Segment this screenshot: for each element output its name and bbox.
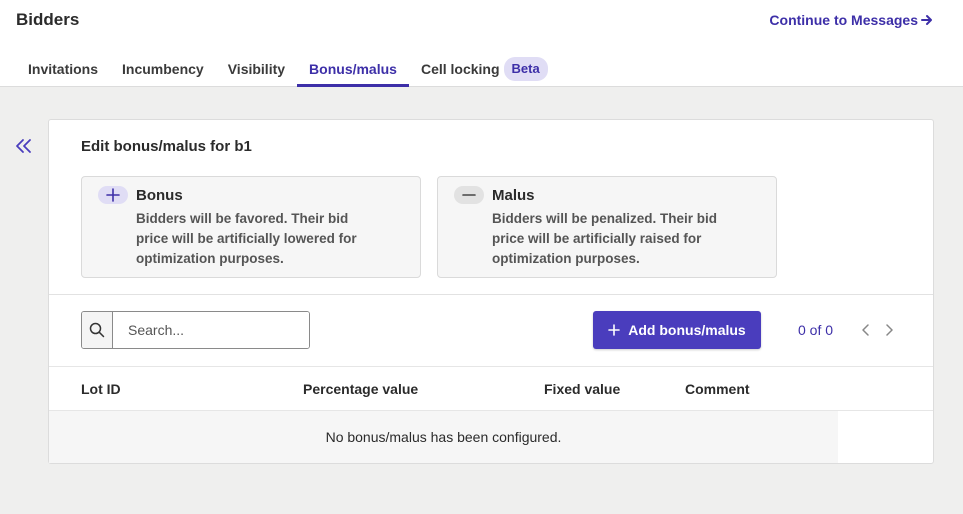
add-button-label: Add bonus/malus	[628, 322, 746, 338]
column-header-percentage-value[interactable]: Percentage value	[303, 381, 418, 397]
divider	[49, 294, 933, 295]
beta-badge: Beta	[503, 57, 548, 81]
bonus-title: Bonus	[136, 187, 183, 204]
tab-label: Bonus/malus	[309, 61, 397, 77]
malus-description: Bidders will be penalized. Their bid pri…	[492, 211, 718, 266]
chevron-right-icon[interactable]	[883, 322, 895, 338]
plus-icon	[608, 324, 621, 336]
column-header-fixed-value[interactable]: Fixed value	[544, 381, 620, 397]
bonus-description: Bidders will be favored. Their bid price…	[136, 211, 357, 266]
tab-label: Incumbency	[122, 61, 204, 77]
arrow-right-icon	[921, 15, 932, 25]
column-header-comment[interactable]: Comment	[685, 381, 750, 397]
bonus-malus-panel: Edit bonus/malus for b1 Bonus Bidders wi…	[48, 119, 934, 464]
continue-link-label: Continue to Messages	[769, 12, 918, 28]
search-box	[81, 311, 310, 349]
empty-table-message: No bonus/malus has been configured.	[49, 411, 838, 463]
tab-label: Cell locking	[420, 61, 500, 77]
bonus-card[interactable]: Bonus Bidders will be favored. Their bid…	[81, 176, 421, 278]
tab-label: Invitations	[28, 61, 99, 77]
malus-card[interactable]: Malus Bidders will be penalized. Their b…	[437, 176, 777, 278]
continue-to-messages-link[interactable]: Continue to Messages	[769, 12, 933, 28]
minus-icon	[454, 186, 484, 204]
tab-bonus-malus[interactable]: Bonus/malus	[297, 53, 409, 87]
add-bonus-malus-button[interactable]: Add bonus/malus	[593, 311, 761, 349]
top-bar: Bidders Continue to Messages Invitations…	[0, 0, 963, 87]
tab-bar: Invitations Incumbency Visibility Bonus/…	[16, 53, 560, 87]
double-chevron-left-icon	[16, 139, 31, 153]
search-input[interactable]	[113, 312, 309, 348]
column-header-lot-id[interactable]: Lot ID	[81, 381, 121, 397]
search-icon[interactable]	[82, 312, 113, 348]
tab-cell-locking[interactable]: Cell locking Beta	[409, 53, 560, 87]
table-top-border	[49, 366, 933, 367]
page-title: Bidders	[16, 10, 80, 29]
collapse-sidebar-button[interactable]	[14, 137, 34, 155]
tab-label: Visibility	[227, 61, 286, 77]
plus-icon	[98, 186, 128, 204]
tab-visibility[interactable]: Visibility	[216, 53, 297, 87]
pager-count: 0 of 0	[798, 322, 834, 338]
tab-invitations[interactable]: Invitations	[16, 53, 110, 87]
panel-title: Edit bonus/malus for b1	[81, 138, 252, 155]
tab-incumbency[interactable]: Incumbency	[110, 53, 216, 87]
malus-title: Malus	[492, 187, 535, 204]
chevron-left-icon[interactable]	[860, 322, 872, 338]
